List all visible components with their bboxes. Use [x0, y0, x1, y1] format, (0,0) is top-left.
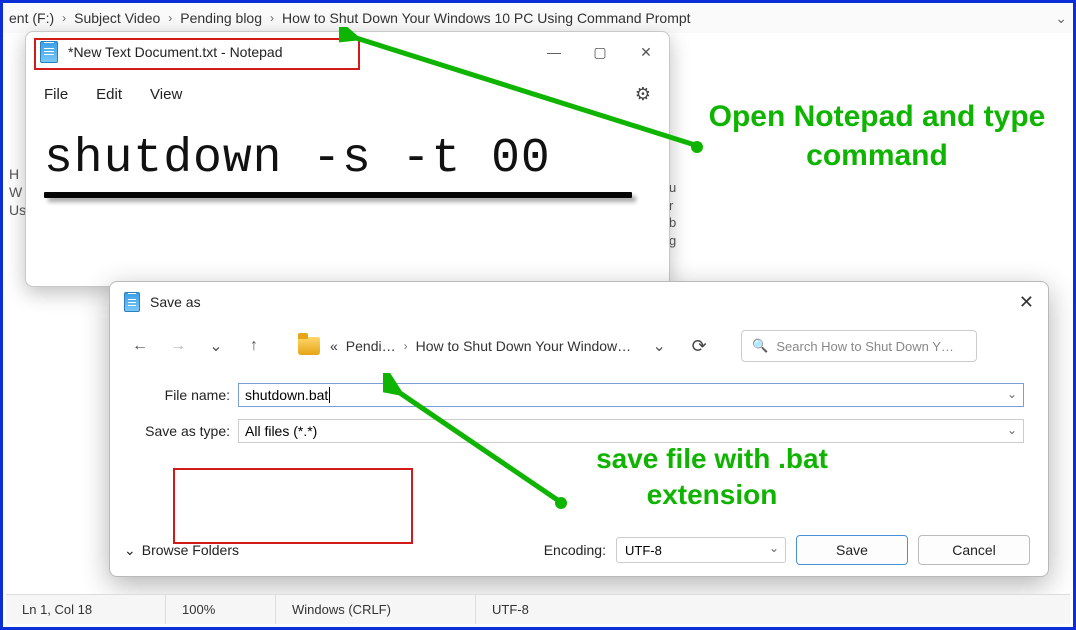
breadcrumb-item[interactable]: Subject Video [74, 10, 160, 26]
cancel-button-label: Cancel [952, 542, 996, 558]
encoding-value: UTF-8 [625, 543, 662, 558]
status-line-ending: Windows (CRLF) [276, 595, 476, 624]
search-input[interactable]: 🔍 Search How to Shut Down Y… [741, 330, 977, 362]
background-text: u r b g [669, 179, 676, 249]
minimize-button[interactable]: ― [531, 32, 577, 72]
window-title: *New Text Document.txt - Notepad [68, 44, 283, 60]
maximize-button[interactable]: ▢ [577, 32, 623, 72]
text-editor-area[interactable]: shutdown -s -t 00 [26, 116, 669, 204]
path-segment[interactable]: Pendi… [346, 338, 396, 354]
nav-forward-button[interactable]: → [164, 332, 192, 360]
encoding-label: Encoding: [544, 542, 606, 558]
folder-icon [298, 337, 320, 355]
breadcrumb-item[interactable]: Pending blog [180, 10, 262, 26]
titlebar[interactable]: *New Text Document.txt - Notepad ― ▢ ✕ [26, 32, 669, 72]
filename-value: shutdown.bat [245, 387, 328, 403]
menubar: File Edit View ⚙ [26, 72, 669, 116]
status-zoom[interactable]: 100% [166, 595, 276, 624]
browse-folders-label: Browse Folders [142, 542, 239, 558]
nav-recent-dropdown-icon[interactable]: ⌄ [202, 332, 230, 360]
dialog-nav-toolbar: ← → ⌄ ↑ « Pendi… › How to Shut Down Your… [110, 322, 1048, 370]
dialog-titlebar[interactable]: Save as ✕ [110, 282, 1048, 322]
chevron-right-icon: › [270, 11, 274, 25]
breadcrumb-item[interactable]: How to Shut Down Your Windows 10 PC Usin… [282, 10, 691, 26]
save-type-value: All files (*.*) [245, 423, 317, 439]
statusbar: Ln 1, Col 18 100% Windows (CRLF) UTF-8 [6, 594, 1070, 624]
annotation-text: Open Notepad and type command [697, 97, 1057, 175]
editor-content: shutdown -s -t 00 [44, 132, 651, 186]
address-dropdown-icon[interactable]: ⌄ [645, 332, 673, 360]
filename-label: File name: [134, 387, 230, 403]
chevron-down-icon: ⌄ [124, 542, 136, 559]
browse-folders-toggle[interactable]: ⌄ Browse Folders [124, 542, 239, 559]
notepad-icon [124, 292, 140, 312]
menu-file[interactable]: File [44, 86, 68, 103]
path-segment[interactable]: How to Shut Down Your Window… [416, 338, 632, 354]
dialog-title: Save as [150, 294, 201, 310]
chevron-right-icon: › [404, 339, 408, 353]
dropdown-icon[interactable]: ⌄ [1007, 387, 1017, 401]
save-type-select[interactable]: All files (*.*) ⌄ [238, 419, 1024, 443]
refresh-button[interactable]: ⟳ [683, 336, 715, 357]
dialog-footer: ⌄ Browse Folders Encoding: UTF-8 ⌄ Save … [110, 524, 1048, 576]
status-encoding: UTF-8 [476, 595, 666, 624]
encoding-select[interactable]: UTF-8 ⌄ [616, 537, 786, 563]
save-as-dialog: Save as ✕ ← → ⌄ ↑ « Pendi… › How to Shut… [109, 281, 1049, 577]
notepad-window: *New Text Document.txt - Notepad ― ▢ ✕ F… [25, 31, 670, 287]
chevron-right-icon: › [62, 11, 66, 25]
save-type-label: Save as type: [134, 423, 230, 439]
breadcrumb-dropdown-icon[interactable]: ⌄ [1055, 10, 1067, 27]
filename-input[interactable]: shutdown.bat ⌄ [238, 383, 1024, 407]
dropdown-icon[interactable]: ⌄ [1007, 423, 1017, 437]
save-button-label: Save [836, 542, 868, 558]
annotation-underline [44, 192, 632, 198]
close-button[interactable]: ✕ [1019, 292, 1034, 313]
search-placeholder: Search How to Shut Down Y… [776, 339, 954, 354]
cancel-button[interactable]: Cancel [918, 535, 1030, 565]
breadcrumb-item[interactable]: ent (F:) [9, 10, 54, 26]
chevron-right-icon: › [168, 11, 172, 25]
menu-edit[interactable]: Edit [96, 86, 122, 103]
address-bar[interactable]: « Pendi… › How to Shut Down Your Window… [330, 338, 631, 354]
nav-back-button[interactable]: ← [126, 332, 154, 360]
nav-up-button[interactable]: ↑ [240, 332, 268, 360]
explorer-breadcrumb[interactable]: ent (F:) › Subject Video › Pending blog … [3, 3, 1073, 33]
annotation-text: save file with .bat extension [547, 441, 877, 514]
search-icon: 🔍 [752, 338, 768, 354]
save-button[interactable]: Save [796, 535, 908, 565]
dropdown-icon[interactable]: ⌄ [769, 541, 779, 555]
status-position: Ln 1, Col 18 [6, 595, 166, 624]
settings-gear-icon[interactable]: ⚙ [635, 84, 651, 105]
text-cursor-icon [329, 387, 330, 403]
close-button[interactable]: ✕ [623, 32, 669, 72]
notepad-icon [40, 41, 58, 63]
path-prefix-icon: « [330, 338, 338, 354]
menu-view[interactable]: View [150, 86, 182, 103]
